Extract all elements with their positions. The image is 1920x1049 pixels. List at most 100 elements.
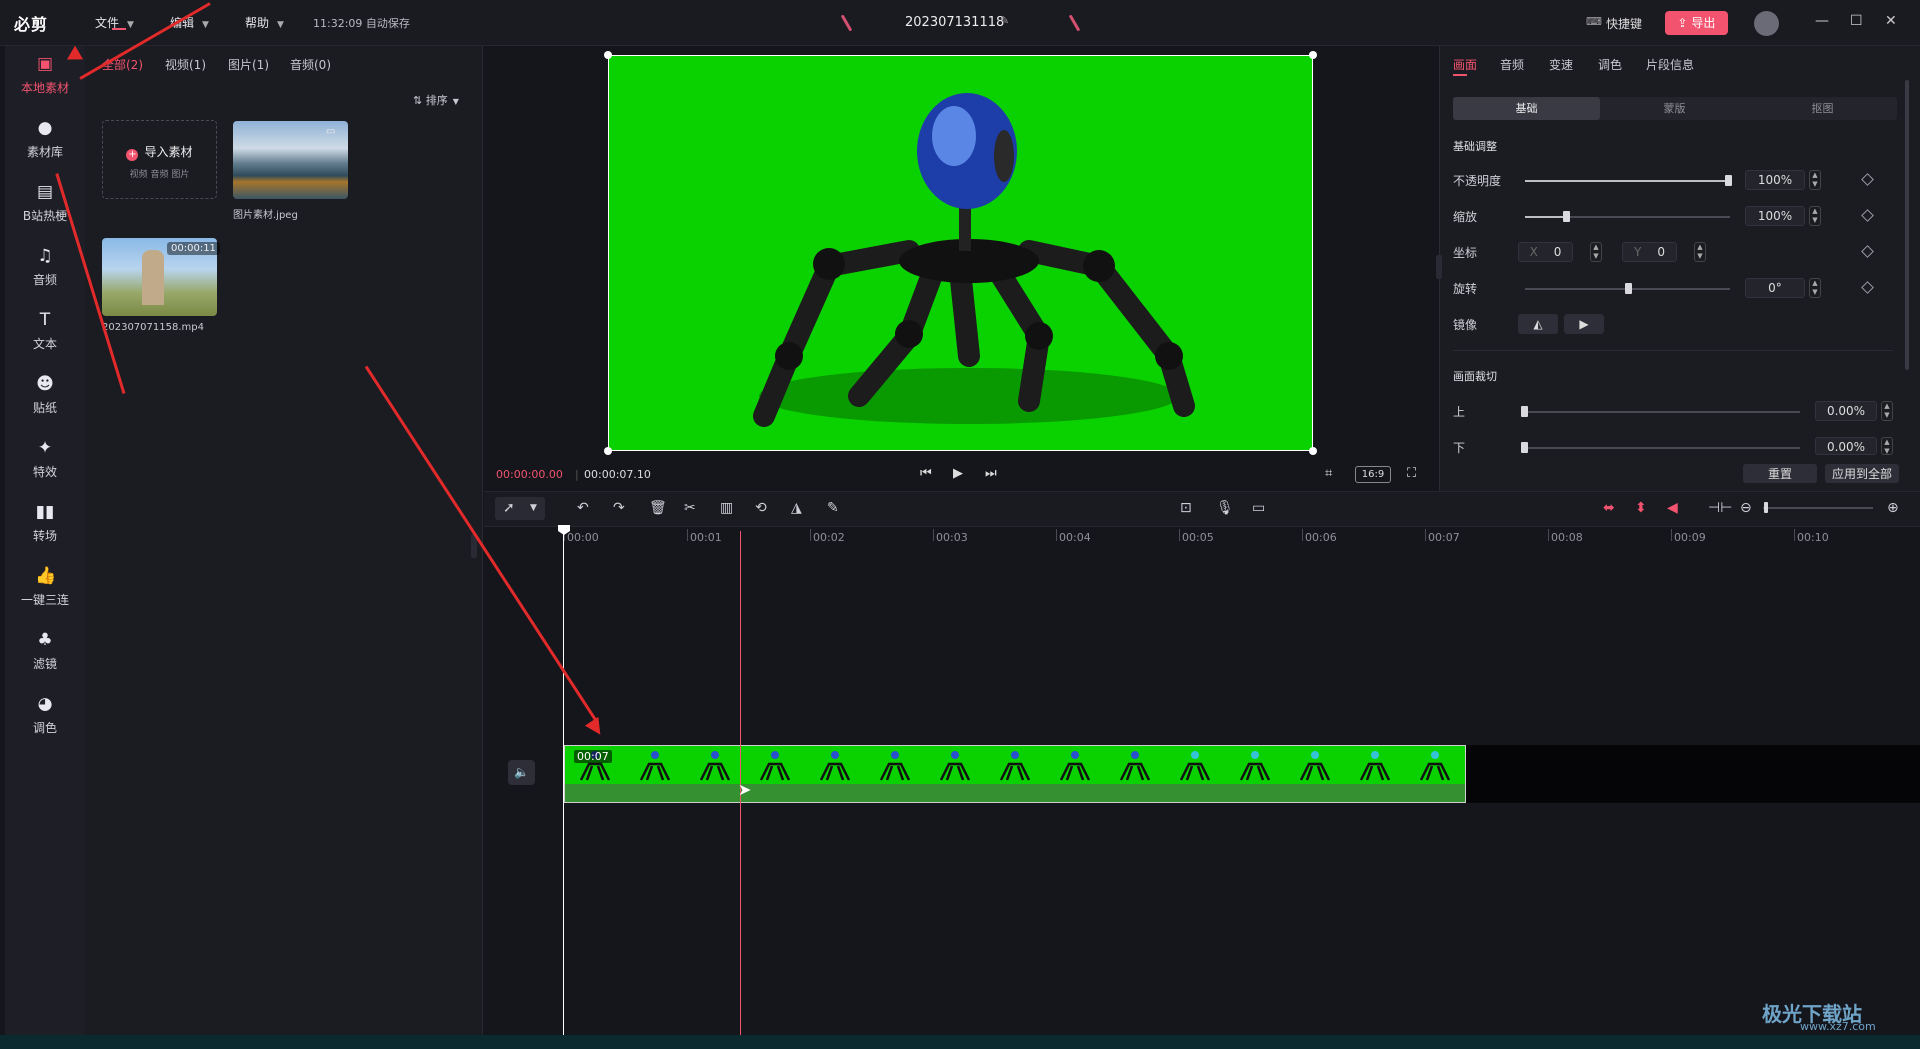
zoom-out-icon[interactable]: ⊖ xyxy=(1740,500,1752,516)
opacity-slider-knob[interactable] xyxy=(1725,175,1732,186)
crop-top-stepper[interactable]: ▲ ▼ xyxy=(1881,401,1893,421)
nav-filter[interactable]: ♣ 滤镜 xyxy=(5,622,85,684)
crop-icon[interactable]: ⌗ xyxy=(1325,466,1332,481)
prev-frame-icon[interactable]: ⏮ xyxy=(920,466,932,481)
zoom-slider[interactable] xyxy=(1763,507,1873,509)
pin-icon[interactable]: ✎ xyxy=(827,500,839,516)
palette-icon: ◕ xyxy=(37,694,53,714)
zoom-in-icon[interactable]: ⊕ xyxy=(1887,500,1899,516)
tab-speed[interactable]: 变速 xyxy=(1549,56,1573,73)
ruler-tick xyxy=(1179,529,1180,541)
resize-handle[interactable] xyxy=(604,447,612,455)
nav-sticker[interactable]: ☻ 贴纸 xyxy=(5,366,85,428)
undo-icon[interactable]: ↶ xyxy=(577,500,589,516)
shortcut-button[interactable]: 快捷键 xyxy=(1606,15,1642,32)
thumb-tower-shape xyxy=(142,250,164,305)
play-icon[interactable]: ▶ xyxy=(953,466,963,481)
close-icon[interactable]: ✕ xyxy=(1885,13,1897,29)
export-button[interactable]: ⇪ 导出 xyxy=(1665,11,1728,35)
freeze-icon[interactable]: ▥ xyxy=(720,500,733,516)
ruler-label: 00:07 xyxy=(1428,531,1460,544)
import-media-button[interactable]: + 导入素材 视频 音频 图片 xyxy=(102,120,217,199)
tab-picture[interactable]: 画面 xyxy=(1453,56,1477,73)
crop-top-knob[interactable] xyxy=(1521,406,1528,417)
snap-icon[interactable]: ⊣⊢ xyxy=(1708,500,1732,516)
crop-top-value[interactable]: 0.00% xyxy=(1815,401,1877,421)
panel-collapse-handle[interactable] xyxy=(1436,255,1442,279)
position-y-field[interactable]: Y0 xyxy=(1622,242,1677,262)
sort-button[interactable]: ⇅ 排序 ▼ xyxy=(413,92,459,108)
tab-video[interactable]: 视频(1) xyxy=(165,56,206,73)
smart-text-icon[interactable]: ⊡ xyxy=(1180,500,1192,516)
aspect-ratio-button[interactable]: 16:9 xyxy=(1355,466,1391,483)
tab-audio[interactable]: 音频(0) xyxy=(290,56,331,73)
nav-transition[interactable]: ▮▮ 转场 xyxy=(5,494,85,556)
record-icon[interactable]: ▭ xyxy=(1252,500,1265,516)
apply-all-button[interactable]: 应用到全部 xyxy=(1825,464,1899,483)
fullscreen-icon[interactable]: ⛶ xyxy=(1407,466,1416,481)
tab-clip-info[interactable]: 片段信息 xyxy=(1646,56,1694,73)
edit-title-icon[interactable]: ✎ xyxy=(1000,14,1009,27)
crop-top-slider[interactable] xyxy=(1525,411,1800,413)
microphone-icon[interactable]: 🎙 xyxy=(1216,500,1234,516)
opacity-slider[interactable] xyxy=(1525,180,1730,182)
avatar[interactable] xyxy=(1754,11,1779,36)
rotate-stepper[interactable]: ▲ ▼ xyxy=(1809,278,1821,298)
crop-bottom-value[interactable]: 0.00% xyxy=(1815,437,1877,455)
maximize-icon[interactable]: ☐ xyxy=(1850,13,1863,29)
unlink-icon[interactable]: ⬍ xyxy=(1635,500,1647,516)
reset-button[interactable]: 重置 xyxy=(1743,464,1817,483)
rotate-slider-knob[interactable] xyxy=(1625,283,1632,294)
nav-effects[interactable]: ✦ 特效 xyxy=(5,430,85,492)
crop-bottom-knob[interactable] xyxy=(1521,442,1528,453)
rotate-label: 旋转 xyxy=(1453,282,1478,296)
reverse-icon[interactable]: ⟲ xyxy=(755,500,767,516)
link-icon[interactable]: ⬌ xyxy=(1603,500,1615,516)
resize-handle[interactable] xyxy=(1309,447,1317,455)
minimize-icon[interactable]: — xyxy=(1815,13,1829,29)
resize-handle[interactable] xyxy=(604,51,612,59)
tab-sound[interactable]: 音频 xyxy=(1500,56,1524,73)
nav-triple-like[interactable]: 👍 一键三连 xyxy=(5,558,85,620)
mute-icon[interactable]: ◀ xyxy=(1667,500,1678,516)
tab-all[interactable]: 全部(2) xyxy=(102,56,143,73)
nav-material-library[interactable]: ● 素材库 xyxy=(5,110,85,172)
resize-handle[interactable] xyxy=(1309,51,1317,59)
mirror-horizontal-icon[interactable]: ◭ xyxy=(1518,314,1558,334)
mirror-vertical-icon[interactable]: ▶ xyxy=(1564,314,1604,334)
tab-color-grade[interactable]: 调色 xyxy=(1598,56,1622,73)
project-title[interactable]: 202307131118 xyxy=(905,15,1004,30)
nav-audio[interactable]: ♫ 音频 xyxy=(5,238,85,300)
scale-value[interactable]: 100% xyxy=(1745,206,1805,226)
plus-icon: + xyxy=(126,149,139,161)
video-clip[interactable] xyxy=(564,745,1466,803)
menu-help[interactable]: 帮助 ▼ xyxy=(245,14,284,31)
rotate-value[interactable]: 0° xyxy=(1745,278,1805,298)
nav-color[interactable]: ◕ 调色 xyxy=(5,686,85,748)
scale-slider-knob[interactable] xyxy=(1563,211,1570,222)
track-volume-icon[interactable]: 🔈 xyxy=(508,760,535,785)
zoom-knob[interactable] xyxy=(1764,502,1768,513)
opacity-stepper[interactable]: ▲ ▼ xyxy=(1809,170,1821,190)
segment-basic[interactable]: 基础 xyxy=(1453,97,1600,120)
crop-bottom-stepper[interactable]: ▲ ▼ xyxy=(1881,437,1893,455)
clip-frame-thumb xyxy=(1239,751,1271,781)
tab-image[interactable]: 图片(1) xyxy=(228,56,269,73)
segment-mask[interactable]: 蒙版 xyxy=(1601,97,1748,120)
mirror-icon[interactable]: ◮ xyxy=(791,500,802,516)
position-x-field[interactable]: X0 xyxy=(1518,242,1573,262)
opacity-value[interactable]: 100% xyxy=(1745,170,1805,190)
nav-text[interactable]: T 文本 xyxy=(5,302,85,364)
crop-bottom-slider[interactable] xyxy=(1525,447,1800,449)
opacity-label: 不透明度 xyxy=(1453,174,1502,188)
segment-cutout[interactable]: 抠图 xyxy=(1749,97,1896,120)
position-y-stepper[interactable]: ▲ ▼ xyxy=(1694,242,1706,262)
scale-stepper[interactable]: ▲ ▼ xyxy=(1809,206,1821,226)
props-scrollbar[interactable] xyxy=(1905,80,1909,370)
next-frame-icon[interactable]: ⏭ xyxy=(985,466,997,481)
preview-canvas[interactable] xyxy=(608,55,1313,451)
redo-icon[interactable]: ↷ xyxy=(613,500,625,516)
position-x-stepper[interactable]: ▲ ▼ xyxy=(1590,242,1602,262)
split-icon[interactable]: ✂ xyxy=(684,500,696,516)
delete-icon[interactable]: 🗑 xyxy=(649,500,667,516)
